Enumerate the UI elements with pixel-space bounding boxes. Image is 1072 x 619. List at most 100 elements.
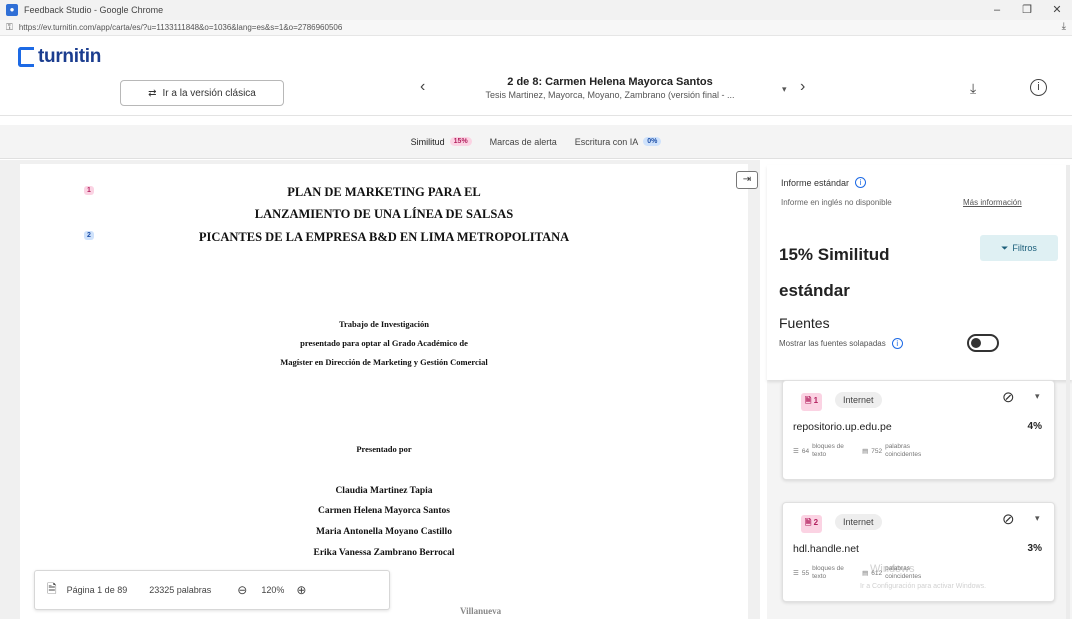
arrow-swap-icon: ⇄ [148, 87, 157, 99]
report-type[interactable]: Informe estándar i [781, 177, 867, 188]
chevron-down-icon[interactable]: ▾ [1035, 513, 1040, 524]
submission-title: 2 de 8: Carmen Helena Mayorca Santos Tes… [440, 76, 780, 100]
window-titlebar: ● Feedback Studio - Google Chrome – ❐ ✕ [0, 0, 1072, 20]
overlap-info-icon[interactable]: i [891, 338, 903, 349]
doc-author-3: Maria Antonella Moyano Castillo [316, 527, 452, 537]
text-blocks-label: bloques de texto [812, 443, 844, 458]
window-controls: – ❐ ✕ [982, 0, 1072, 20]
classic-version-label: Ir a la versión clásica [162, 87, 256, 99]
maximize-button[interactable]: ❐ [1012, 0, 1042, 20]
text-blocks-icon: ☰ [793, 570, 799, 577]
doc-author-1: Claudia Martinez Tapia [335, 486, 433, 496]
report-type-label: Informe estándar [781, 177, 850, 188]
doc-purpose-line-3: Magíster en Dirección de Marketing y Ges… [280, 357, 488, 367]
minimize-button[interactable]: – [982, 0, 1012, 20]
more-info-link[interactable]: Más información [963, 198, 1022, 207]
window-title: Feedback Studio - Google Chrome [24, 5, 164, 15]
source-name[interactable]: hdl.handle.net [793, 543, 859, 555]
page-icon[interactable]: 🗎 [47, 580, 57, 601]
next-submission-button[interactable]: › [800, 78, 805, 96]
source-card-1[interactable]: 🗎 1 Internet ⊘ ▾ repositorio.up.edu.pe 4… [782, 380, 1055, 480]
doc-title-line-1: PLAN DE MARKETING PARA EL [287, 185, 481, 199]
submission-title-main: 2 de 8: Carmen Helena Mayorca Santos [507, 76, 713, 88]
previous-submission-button[interactable]: ‹ [420, 78, 425, 96]
doc-purpose-line-2: presentado para optar al Grado Académico… [300, 338, 468, 348]
text-blocks-count: 55 [801, 569, 810, 577]
doc-author-2: Carmen Helena Mayorca Santos [317, 506, 451, 516]
similarity-badge: 15% [449, 137, 472, 146]
turnitin-logo-mark [18, 47, 34, 67]
classic-version-button[interactable]: ⇄ Ir a la versión clásica [120, 80, 284, 106]
turnitin-logo[interactable]: turnitin [18, 46, 101, 68]
doc-presented-by: Presentado por [356, 444, 412, 454]
tab-ai-writing[interactable]: Escritura con IA 0% [575, 137, 662, 147]
exclude-source-icon[interactable]: ⊘ [1002, 388, 1015, 406]
tab-similarity-label: Similitud [410, 136, 445, 147]
overlap-sources-toggle[interactable] [967, 334, 999, 352]
info-icon[interactable]: i [1030, 79, 1047, 96]
tab-alerts-label: Marcas de alerta [489, 136, 557, 147]
exclude-source-icon[interactable]: ⊘ [1002, 510, 1015, 528]
submission-dropdown-icon[interactable]: ▾ [782, 84, 787, 95]
address-bar[interactable]: ⚿ https://ev.turnitin.com/app/carta/es/?… [0, 20, 1072, 36]
doc-author-4: Erika Vanessa Zambrano Berrocal [313, 548, 455, 558]
matched-words-label: palabras coincidentes [885, 443, 922, 458]
overlap-label-text: Mostrar las fuentes solapadas [779, 339, 886, 348]
doc-advisor-peek: Villanueva [460, 606, 502, 616]
ai-writing-badge: 0% [643, 137, 662, 146]
matched-words-icon: ▤ [862, 448, 869, 455]
matched-words-count: 752 [871, 447, 883, 455]
browser-download-icon[interactable]: ⤓ [1062, 21, 1066, 32]
zoom-out-icon[interactable]: ⊖ [237, 583, 247, 597]
download-icon[interactable]: ⤓ [970, 80, 976, 97]
site-info-icon[interactable]: ⚿ [6, 22, 13, 33]
english-report-note: Informe en inglés no disponible [781, 198, 892, 207]
overlap-sources-label: Mostrar las fuentes solapadas i [779, 338, 903, 349]
url-text[interactable]: https://ev.turnitin.com/app/carta/es/?u=… [19, 23, 342, 32]
tab-ai-writing-label: Escritura con IA [574, 136, 639, 147]
source-type-tag: Internet [835, 514, 882, 530]
similarity-panel: Informe estándar i Informe en inglés no … [767, 165, 1072, 619]
filter-icon: ⏷ [1001, 242, 1009, 253]
text-blocks-count: 64 [801, 447, 810, 455]
source-percent: 4% [1027, 421, 1042, 432]
chrome-app-icon: ● [6, 4, 18, 16]
matched-words-icon: ▤ [862, 570, 869, 577]
document-page: 1 2 PLAN DE MARKETING PARA EL LANZAMIENT… [20, 164, 748, 619]
text-blocks-icon: ☰ [793, 448, 799, 455]
filters-label: Filtros [1012, 243, 1037, 253]
source-percent: 3% [1027, 543, 1042, 554]
windows-activation-watermark: Windows [870, 563, 915, 575]
doc-purpose-line-1: Trabajo de Investigación [338, 319, 430, 329]
zoom-in-icon[interactable]: ⊕ [296, 583, 306, 597]
word-count: 23325 palabras [149, 585, 212, 595]
report-tabs: Similitud 15% Marcas de alerta Escritura… [0, 125, 1072, 159]
sources-heading: Fuentes [779, 315, 830, 331]
panel-scrollbar[interactable] [1066, 165, 1070, 619]
filters-button[interactable]: ⏷ Filtros [980, 235, 1058, 261]
similarity-panel-header: Informe estándar i Informe en inglés no … [767, 165, 1072, 380]
page-toolbar: 🗎 Página 1 de 89 23325 palabras ⊖ 120% ⊕ [34, 570, 390, 610]
zoom-level[interactable]: 120% [261, 585, 284, 595]
report-info-icon[interactable]: i [855, 177, 867, 188]
collapse-panel-icon[interactable]: ⇥ [736, 171, 758, 189]
doc-title-line-3: PICANTES DE LA EMPRESA B&D EN LIMA METRO… [198, 230, 570, 244]
text-blocks-label: bloques de texto [812, 565, 844, 580]
document-viewer[interactable]: 1 2 PLAN DE MARKETING PARA EL LANZAMIENT… [0, 160, 760, 619]
page-indicator[interactable]: Página 1 de 89 [67, 585, 128, 595]
turnitin-logo-text: turnitin [38, 46, 102, 67]
similarity-title: 15% Similitud estándar [779, 245, 890, 300]
doc-title-line-2: LANZAMIENTO DE UNA LÍNEA DE SALSAS [254, 207, 514, 221]
source-number-1: 🗎 1 [801, 393, 823, 411]
chevron-down-icon[interactable]: ▾ [1035, 391, 1040, 402]
toggle-knob [971, 338, 981, 348]
tab-alerts[interactable]: Marcas de alerta [490, 137, 557, 147]
source-number-2: 🗎 2 [801, 515, 823, 533]
source-meta: ☰ 64 bloques de texto ▤ 752 palabras coincid… [793, 443, 929, 459]
windows-activation-subtext: Ir a Configuración para activar Windows. [860, 583, 987, 590]
tab-similarity[interactable]: Similitud 15% [411, 137, 472, 147]
source-type-tag: Internet [835, 392, 882, 408]
close-button[interactable]: ✕ [1042, 0, 1072, 20]
submission-title-sub: Tesis Martinez, Mayorca, Moyano, Zambran… [485, 90, 735, 100]
source-name[interactable]: repositorio.up.edu.pe [793, 421, 892, 433]
